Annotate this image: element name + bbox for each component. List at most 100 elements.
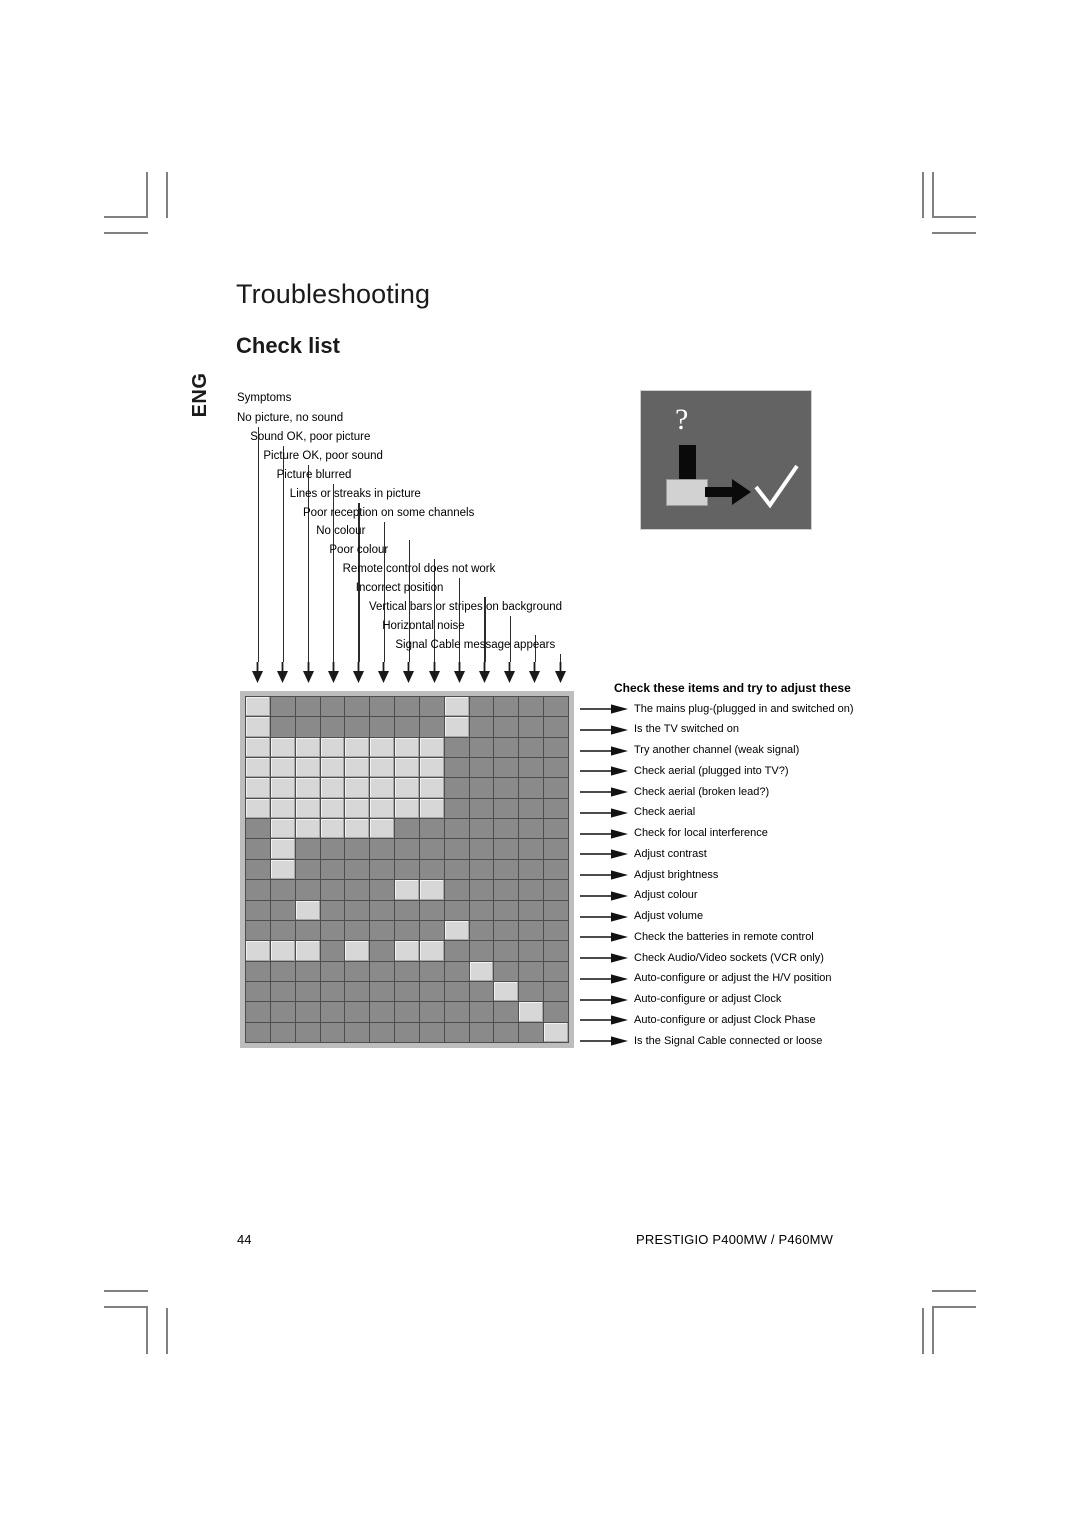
matrix-cell (295, 778, 320, 798)
matrix-cell (544, 798, 568, 819)
crop-mark-top-left (104, 216, 148, 218)
matrix-cell (395, 717, 419, 737)
matrix-cell (469, 839, 494, 859)
matrix-cell (444, 1002, 469, 1022)
remedy-label: Adjust contrast (634, 847, 707, 860)
matrix-cell (295, 981, 320, 1002)
remedy-label: Check for local interference (634, 827, 768, 839)
matrix-cell (295, 920, 320, 941)
matrix-cell (494, 737, 519, 758)
matrix-cell (395, 880, 419, 900)
matrix-cell (370, 819, 395, 839)
remedy-row: Adjust contrast (580, 846, 707, 862)
matrix-cell (444, 900, 469, 920)
matrix-cell (395, 798, 419, 819)
symptom-column-arrow-icon (277, 662, 289, 683)
matrix-cell (444, 961, 469, 981)
matrix-cell (444, 941, 469, 961)
matrix-cell (320, 880, 345, 900)
checklist-matrix (240, 691, 574, 1048)
matrix-cell (246, 839, 270, 859)
matrix-cell (395, 961, 419, 981)
matrix-cell (544, 839, 568, 859)
matrix-cell (419, 880, 444, 900)
matrix-cell (419, 920, 444, 941)
matrix-cell (345, 839, 370, 859)
matrix-cell (494, 839, 519, 859)
matrix-cell (469, 758, 494, 778)
symptom-column-arrow-icon (378, 662, 390, 683)
matrix-cell (395, 1022, 419, 1042)
matrix-cell (544, 880, 568, 900)
matrix-cell (345, 697, 370, 717)
checklist-matrix-grid (245, 696, 569, 1043)
symptoms-header: Symptoms (237, 392, 292, 404)
remedy-arrow-icon (580, 828, 628, 839)
matrix-cell (494, 819, 519, 839)
matrix-cell (419, 981, 444, 1002)
matrix-cell (320, 737, 345, 758)
matrix-cell (320, 961, 345, 981)
matrix-cell (494, 981, 519, 1002)
matrix-cell (370, 778, 395, 798)
matrix-cell (469, 1002, 494, 1022)
matrix-cell (370, 758, 395, 778)
matrix-cell (270, 697, 295, 717)
crop-mark-top-left (166, 172, 168, 218)
remedy-row: Auto-configure or adjust Clock Phase (580, 1012, 816, 1028)
matrix-cell (370, 839, 395, 859)
matrix-cell (345, 941, 370, 961)
matrix-cell (395, 920, 419, 941)
symptom-leader-line (257, 427, 259, 662)
matrix-cell (246, 737, 270, 758)
matrix-cell (246, 880, 270, 900)
matrix-cell (519, 798, 544, 819)
matrix-cell (494, 900, 519, 920)
remedy-row: Adjust brightness (580, 867, 718, 883)
matrix-cell (544, 859, 568, 880)
remedy-row: Adjust volume (580, 909, 703, 925)
matrix-cell (544, 1002, 568, 1022)
matrix-cell (469, 819, 494, 839)
crop-mark-bottom-right (922, 1308, 924, 1354)
matrix-cell (270, 819, 295, 839)
matrix-cell (519, 941, 544, 961)
matrix-cell (419, 859, 444, 880)
remedy-label: Check Audio/Video sockets (VCR only) (634, 951, 824, 964)
matrix-cell (444, 697, 469, 717)
matrix-cell (320, 819, 345, 839)
symptom-column-arrow-icon (453, 662, 465, 683)
matrix-cell (519, 697, 544, 717)
remedy-label: Auto-configure or adjust Clock (634, 993, 782, 1005)
matrix-cell (345, 798, 370, 819)
matrix-cell (444, 737, 469, 758)
symptom-label: Vertical bars or stripes on background (369, 601, 563, 613)
matrix-cell (444, 920, 469, 941)
matrix-cell (444, 798, 469, 819)
crop-mark-bottom-right (932, 1306, 976, 1308)
matrix-cell (395, 981, 419, 1002)
matrix-cell (295, 859, 320, 880)
matrix-cell (246, 778, 270, 798)
remedy-arrow-icon (580, 953, 628, 963)
remedy-row: Check for local interference (580, 826, 768, 842)
matrix-cell (270, 778, 295, 798)
matrix-cell (270, 1022, 295, 1042)
matrix-cell (320, 717, 345, 737)
remedy-arrow-icon (580, 745, 628, 756)
page-title: Troubleshooting (236, 279, 431, 309)
matrix-cell (370, 737, 395, 758)
footer-page-number: 44 (237, 1232, 252, 1247)
matrix-cell (444, 778, 469, 798)
matrix-cell (419, 839, 444, 859)
matrix-cell (270, 758, 295, 778)
matrix-cell (419, 798, 444, 819)
matrix-cell (444, 981, 469, 1002)
matrix-cell (246, 758, 270, 778)
matrix-cell (320, 920, 345, 941)
section-title: Check list (236, 333, 340, 358)
matrix-cell (320, 900, 345, 920)
matrix-cell (395, 758, 419, 778)
crop-mark-top-right (932, 232, 976, 234)
remedy-label: Check the batteries in remote control (634, 930, 814, 943)
